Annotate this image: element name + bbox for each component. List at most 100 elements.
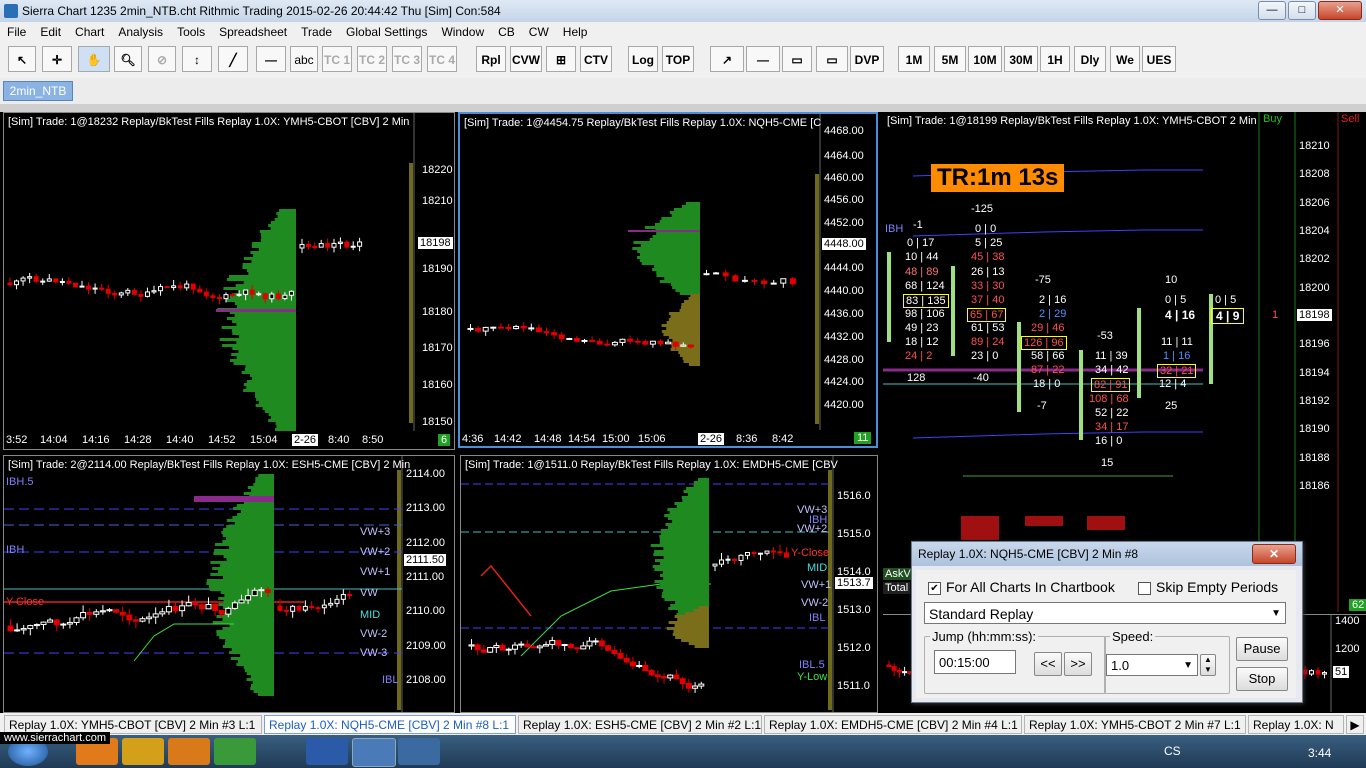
- volume-profile-bar: [240, 510, 274, 513]
- replay-dialog-close-button[interactable]: ✕: [1252, 544, 1296, 564]
- ctv-button[interactable]: CTV: [580, 46, 612, 72]
- line-tool-icon[interactable]: ╱: [218, 46, 248, 72]
- app-taskbar-icon[interactable]: [398, 738, 440, 765]
- volume-profile-bar: [637, 256, 700, 259]
- menu-trade[interactable]: Trade: [294, 22, 339, 42]
- rectangle-icon[interactable]: ▭: [782, 46, 812, 72]
- jump-back-button[interactable]: <<: [1034, 652, 1062, 676]
- jump-forward-button[interactable]: >>: [1064, 652, 1092, 676]
- cvw-button[interactable]: CVW: [510, 46, 542, 72]
- log-button[interactable]: Log: [628, 46, 658, 72]
- outlook-icon[interactable]: [122, 738, 164, 765]
- chartbook-tab[interactable]: 2min_NTB: [3, 81, 73, 101]
- menu-chart[interactable]: Chart: [68, 22, 111, 42]
- top-button[interactable]: TOP: [662, 46, 694, 72]
- horizontal-ray-icon[interactable]: ▭: [816, 46, 848, 72]
- tc4-button[interactable]: TC 4: [427, 46, 457, 72]
- volume-profile-bar: [276, 212, 296, 215]
- skip-empty-checkbox[interactable]: [1138, 582, 1151, 595]
- chart-tab-ymh5-7[interactable]: Replay 1.0X: YMH5-CBOT 2 Min #7 L:1: [1024, 715, 1246, 734]
- speed-spinner[interactable]: ▲ ▼: [1200, 654, 1216, 676]
- menu-global-settings[interactable]: Global Settings: [339, 22, 434, 42]
- timeframe-5m-button[interactable]: 5M: [934, 46, 966, 72]
- sierra-chart-taskbar-icon[interactable]: [352, 738, 396, 767]
- candle-body: [302, 605, 308, 611]
- horizontal-line-icon[interactable]: —: [746, 46, 780, 72]
- footprint-cell: 87 | 22: [1031, 364, 1065, 376]
- word-icon[interactable]: [306, 738, 348, 765]
- chart-tab-emdh5-4[interactable]: Replay 1.0X: EMDH5-CME [CBV] 2 Min #4 L:…: [764, 715, 1022, 734]
- hand-tool-icon[interactable]: ✋: [78, 46, 110, 72]
- trade-window-icon[interactable]: ⊞: [546, 46, 576, 72]
- chart-emdh5[interactable]: [Sim] Trade: 1@1511.0 Replay/BkTest Fill…: [460, 455, 878, 713]
- footprint-delta: -53: [1097, 330, 1113, 342]
- footprint-cell: 52 | 22: [1095, 407, 1129, 419]
- minimize-button[interactable]: —: [1258, 1, 1286, 20]
- volume-profile-bar: [660, 562, 709, 565]
- menu-tools[interactable]: Tools: [170, 22, 212, 42]
- for-all-charts-checkbox[interactable]: ✔: [928, 582, 941, 595]
- system-clock[interactable]: 3:44: [1308, 746, 1331, 760]
- menu-edit[interactable]: Edit: [33, 22, 68, 42]
- volume-profile-bar: [690, 294, 700, 297]
- calculator-icon[interactable]: [214, 738, 256, 765]
- candle-body: [288, 290, 294, 296]
- timeframe-daily-button[interactable]: Dly: [1074, 46, 1106, 72]
- zoom-tool-icon[interactable]: 🔍︎: [114, 46, 142, 72]
- replay-mode-select[interactable]: Standard Replay ▼: [924, 602, 1286, 624]
- erase-tool-icon[interactable]: ⊘: [148, 46, 176, 72]
- chart-esh5[interactable]: [Sim] Trade: 2@2114.00 Replay/BkTest Fil…: [3, 455, 455, 713]
- menu-window[interactable]: Window: [434, 22, 491, 42]
- tc1-button[interactable]: TC 1: [322, 46, 352, 72]
- menu-file[interactable]: File: [0, 22, 33, 42]
- tc2-button[interactable]: TC 2: [357, 46, 387, 72]
- jump-time-input[interactable]: 00:15:00: [934, 650, 1016, 674]
- candle-body: [105, 288, 111, 294]
- maximize-button[interactable]: □: [1288, 1, 1316, 20]
- folder-icon[interactable]: [168, 738, 210, 765]
- volume-profile-bar: [244, 669, 274, 672]
- chart-nqh5[interactable]: [Sim] Trade: 1@4454.75 Replay/BkTest Fil…: [458, 112, 878, 448]
- chart-tab-partial[interactable]: Replay 1.0X: N: [1248, 715, 1344, 734]
- ues-button[interactable]: UES: [1142, 46, 1176, 72]
- crosshair-tool-icon[interactable]: ✛: [42, 46, 72, 72]
- menu-spreadsheet[interactable]: Spreadsheet: [212, 22, 294, 42]
- volume-profile-bar: [653, 553, 709, 556]
- language-indicator[interactable]: CS: [1164, 744, 1181, 758]
- timeframe-30m-button[interactable]: 30M: [1004, 46, 1038, 72]
- timeframe-weekly-button[interactable]: We: [1110, 46, 1140, 72]
- replay-button[interactable]: Rpl: [476, 46, 506, 72]
- volume-profile-bar: [656, 586, 709, 589]
- chart-tab-esh5-2[interactable]: Replay 1.0X: ESH5-CME [CBV] 2 Min #2 L:1: [518, 715, 762, 734]
- timeframe-1m-button[interactable]: 1M: [898, 46, 930, 72]
- chart-ymh5-left[interactable]: [Sim] Trade: 1@18232 Replay/BkTest Fills…: [3, 112, 455, 450]
- tc3-button[interactable]: TC 3: [392, 46, 422, 72]
- menu-cw[interactable]: CW: [522, 22, 556, 42]
- ray-tool-icon[interactable]: —: [256, 46, 286, 72]
- candle-body: [611, 341, 618, 346]
- arrow-line-icon[interactable]: ↗: [710, 46, 744, 72]
- window-title-bar[interactable]: Sierra Chart 1235 2min_NTB.cht Rithmic T…: [0, 0, 1366, 22]
- chart-area-border: [0, 104, 1366, 112]
- text-tool-button[interactable]: abc: [290, 46, 318, 72]
- price-tick: 4468.00: [824, 125, 864, 137]
- chart-tab-nqh5-8[interactable]: Replay 1.0X: NQH5-CME [CBV] 2 Min #8 L:1: [264, 715, 516, 734]
- menu-cb[interactable]: CB: [491, 22, 522, 42]
- current-price-box: 1513.7: [835, 577, 873, 589]
- speed-select[interactable]: 1.0 ▼: [1106, 654, 1198, 676]
- timeframe-1h-button[interactable]: 1H: [1040, 46, 1070, 72]
- tab-scroll-right-icon[interactable]: ▶: [1346, 715, 1364, 734]
- cursor-tool-icon[interactable]: ↕: [182, 46, 212, 72]
- replay-dialog-titlebar[interactable]: Replay 1.0X: NQH5-CME [CBV] 2 Min #8 ✕: [912, 542, 1302, 566]
- stop-button[interactable]: Stop: [1236, 667, 1288, 691]
- chart-ymh5-footprint[interactable]: [Sim] Trade: 1@18199 Replay/BkTest Fills…: [883, 112, 1366, 612]
- menu-help[interactable]: Help: [556, 22, 595, 42]
- candle-body: [131, 289, 137, 295]
- pointer-tool-icon[interactable]: ↖: [8, 46, 36, 72]
- volume-profile-bar: [218, 603, 274, 606]
- pause-button[interactable]: Pause: [1236, 637, 1288, 661]
- dvp-button[interactable]: DVP: [850, 46, 884, 72]
- menu-analysis[interactable]: Analysis: [111, 22, 170, 42]
- timeframe-10m-button[interactable]: 10M: [968, 46, 1002, 72]
- close-button[interactable]: ✕: [1318, 1, 1362, 20]
